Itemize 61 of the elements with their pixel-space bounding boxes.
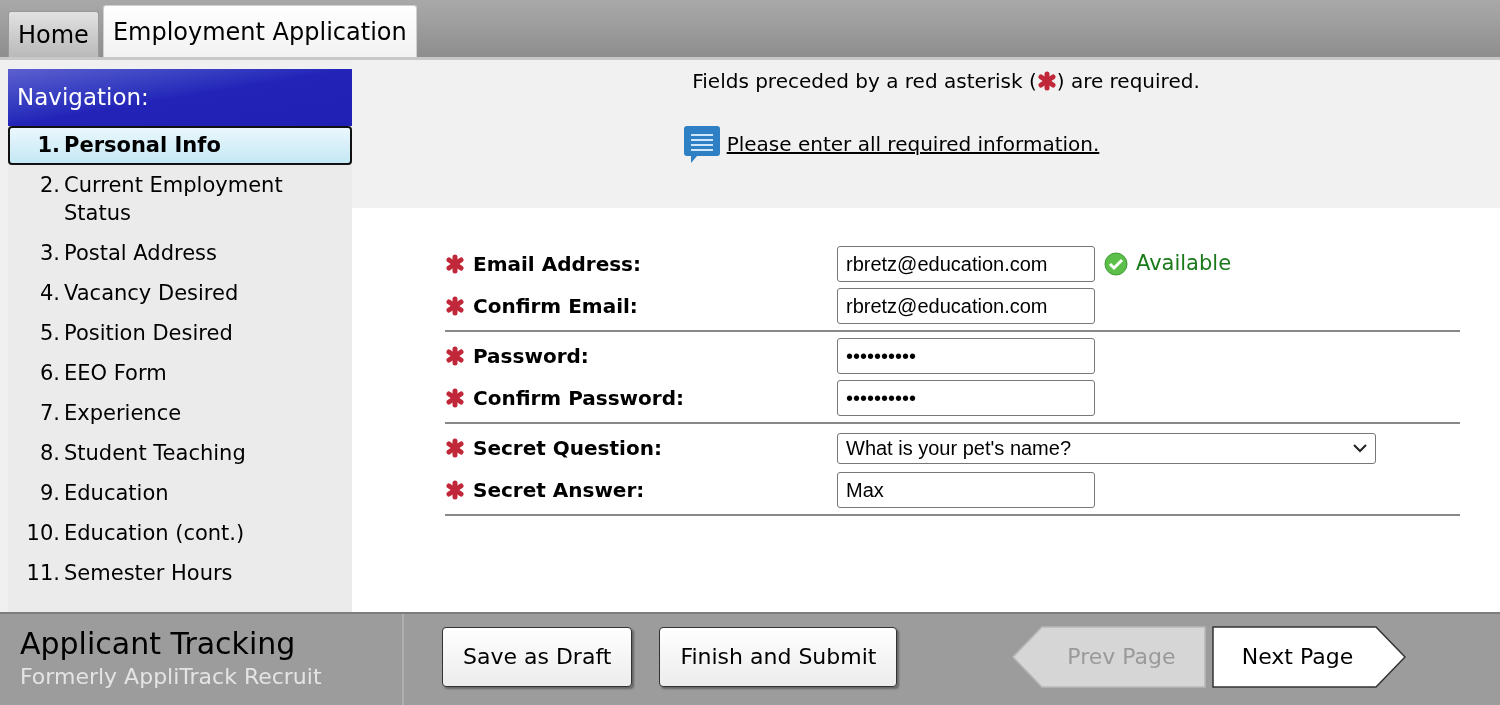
nav-item[interactable]: 6. EEO Form [8, 353, 352, 393]
nav-number: 10. [25, 520, 60, 547]
notice-text: ) are required. [1056, 68, 1200, 95]
field-label: Confirm Password: [473, 385, 684, 412]
nav-number: 4. [38, 280, 60, 307]
nav-item[interactable]: 9. Education [8, 473, 352, 513]
asterisk-icon [1036, 71, 1057, 91]
nav-number: 3. [38, 240, 60, 267]
nav-item[interactable]: 11. Semester Hours [8, 553, 352, 593]
brand-title: Applicant Tracking [20, 626, 297, 662]
next-page-button[interactable]: Next Page [1212, 625, 1407, 688]
nav-number: 6. [38, 360, 60, 387]
nav-item[interactable]: 3. Postal Address [8, 233, 352, 273]
nav-label: Semester Hours [64, 560, 234, 587]
nav-item[interactable]: 2. Current Employment Status [8, 165, 352, 233]
field-label: Secret Question: [473, 435, 662, 462]
field-label: Email Address: [473, 251, 642, 278]
tab[interactable]: Home [8, 11, 99, 57]
required-info-link[interactable]: Please enter all required information. [726, 129, 1100, 159]
nav-item[interactable]: 8. Student Teaching [8, 433, 352, 473]
nav-label: Student Teaching [64, 440, 247, 467]
nav-number: 5. [38, 320, 60, 347]
action-button[interactable]: Save as Draft [442, 626, 633, 687]
tab[interactable]: Employment Application [102, 5, 417, 57]
nav-label: Education [64, 480, 170, 507]
nav-label: Position Desired [64, 320, 234, 347]
nav-number: 2. [38, 172, 60, 199]
input-field[interactable]: Max [837, 472, 1095, 508]
availability-status: Available [1136, 250, 1232, 278]
password-field[interactable]: •••••••••• [837, 380, 1095, 416]
field-label: Secret Answer: [473, 477, 645, 504]
speech-bubble-icon [682, 124, 721, 164]
nav-label: EEO Form [64, 360, 168, 387]
notice-text: Fields preceded by a red asterisk ( [692, 68, 1037, 95]
input-field[interactable]: rbretz@education.com [837, 288, 1095, 324]
nav-item[interactable]: 1. Personal Info [8, 126, 352, 165]
field-label: Password: [473, 343, 589, 370]
check-circle-icon [1104, 252, 1128, 276]
nav-label: Personal Info [64, 132, 222, 159]
navigation-header: Navigation: [8, 69, 352, 126]
nav-label: Experience [64, 400, 183, 427]
nav-item[interactable]: 10. Education (cont.) [8, 513, 352, 553]
input-field[interactable]: rbretz@education.com [837, 246, 1095, 282]
password-field[interactable]: •••••••••• [837, 338, 1095, 374]
nav-number: 8. [38, 440, 60, 467]
nav-item[interactable]: 4. Vacancy Desired [8, 273, 352, 313]
nav-label: Education (cont.) [64, 520, 246, 547]
nav-label: Current Employment Status [64, 172, 284, 227]
nav-label: Vacancy Desired [64, 280, 240, 307]
nav-item[interactable]: 7. Experience [8, 393, 352, 433]
nav-number: 11. [25, 560, 60, 587]
secret-question-dropdown[interactable]: What is your pet's name? [837, 432, 1376, 464]
chevron-down-icon [1353, 443, 1367, 453]
field-label: Confirm Email: [473, 293, 638, 320]
nav-label: Postal Address [64, 240, 218, 267]
nav-number: 1. [36, 132, 60, 159]
nav-number: 9. [38, 480, 60, 507]
nav-item[interactable]: 5. Position Desired [8, 313, 352, 353]
brand-subtitle: Formerly AppliTrack Recruit [20, 663, 323, 691]
nav-number: 7. [38, 400, 60, 427]
action-button[interactable]: Finish and Submit [659, 626, 898, 687]
